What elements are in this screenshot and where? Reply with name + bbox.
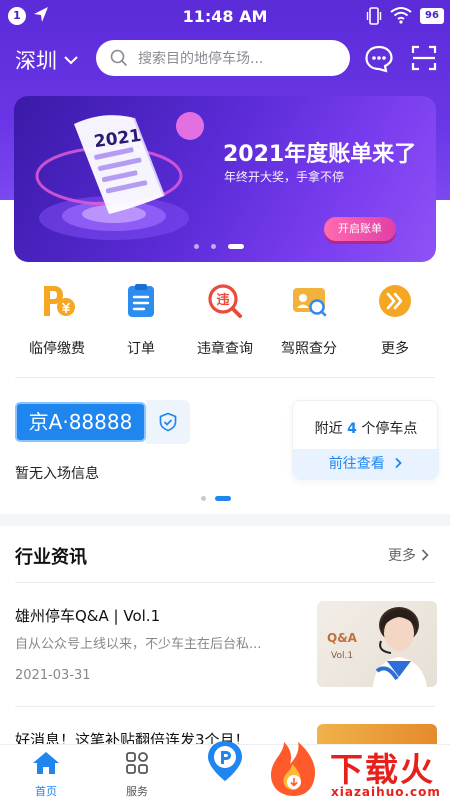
nearby-prefix: 附近 (314, 421, 343, 437)
nav-service[interactable]: 服务 (107, 751, 167, 799)
status-time: 11:48 AM (182, 7, 268, 26)
city-label: 深圳 (15, 49, 57, 73)
search-icon (110, 49, 128, 67)
home-icon (33, 752, 59, 774)
nearby-parking-card[interactable]: 附近 4 个停车点 前往查看 (292, 400, 439, 480)
action-label: 驾照查分 (281, 341, 337, 357)
open-bill-button[interactable]: 开启账单 (324, 217, 396, 241)
action-more[interactable]: 更多 (350, 282, 440, 358)
vehicle-pagination[interactable] (201, 496, 231, 501)
watermark-text: 下载火 (330, 750, 435, 789)
watermark-domain: xiazaihuo.com (331, 785, 441, 799)
bill-illustration (35, 112, 204, 240)
grid-icon (126, 752, 148, 774)
chat-bubble-icon[interactable] (364, 44, 394, 74)
search-input[interactable]: 搜索目的地停车场... (96, 40, 350, 76)
article-title: 雄州停车Q&A | Vol.1 (15, 607, 161, 625)
article-date: 2021-03-31 (15, 668, 91, 683)
news-more-link[interactable]: 更多 (388, 545, 430, 565)
action-orders[interactable]: 订单 (96, 282, 186, 358)
parking-location-icon[interactable] (206, 740, 244, 782)
wifi-icon (390, 7, 412, 24)
banner-pagination[interactable] (194, 244, 244, 249)
promo-banner[interactable]: 2021 2021年度账单来了 年终开大奖，手拿不停 开启账单 (14, 96, 436, 262)
action-label: 临停缴费 (29, 341, 85, 357)
divider (15, 706, 435, 707)
nav-home-label: 首页 (35, 785, 57, 798)
chevron-down-icon (64, 56, 78, 65)
status-bar: 1 11:48 AM 96 (0, 0, 450, 34)
thumbnail-volume: Vol.1 (331, 651, 354, 661)
article-description: 自从公众号上线以来，不少车主在后台私... (15, 637, 262, 652)
pagination-dot[interactable] (211, 244, 216, 249)
vibrate-icon (366, 7, 382, 25)
action-label: 订单 (127, 341, 155, 357)
search-placeholder: 搜索目的地停车场... (138, 51, 264, 67)
go-view-label: 前往查看 (328, 456, 385, 472)
chevron-right-icon (395, 457, 402, 469)
quick-actions: 临停缴费 订单 违 违章查询 驾照查分 更多 (0, 282, 450, 362)
license-check-icon (293, 288, 327, 317)
entry-status: 暂无入场信息 (15, 466, 99, 482)
svg-text:违: 违 (216, 292, 229, 308)
scan-icon[interactable] (410, 44, 438, 72)
order-clipboard-icon (128, 284, 154, 317)
banner-title: 2021年度账单来了 (223, 142, 417, 167)
pagination-dot-active[interactable] (228, 244, 244, 249)
pagination-dot[interactable] (194, 244, 199, 249)
action-violation-query[interactable]: 违 违章查询 (180, 282, 270, 358)
action-label: 更多 (381, 341, 409, 357)
parking-payment-icon (44, 286, 75, 316)
more-arrows-icon (379, 285, 411, 317)
plate-verify-button[interactable] (146, 400, 190, 444)
license-plate[interactable]: 京A·88888 (15, 402, 146, 442)
nav-service-label: 服务 (126, 785, 148, 798)
article-thumbnail: Q&A Vol.1 (317, 601, 437, 687)
divider (15, 582, 435, 583)
action-label: 违章查询 (197, 341, 253, 357)
thumbnail-badge: Q&A (327, 631, 357, 645)
pagination-dot[interactable] (201, 496, 206, 501)
action-parking-payment[interactable]: 临停缴费 (12, 282, 102, 358)
nearby-suffix: 个停车点 (361, 421, 418, 437)
violation-search-icon: 违 (208, 284, 242, 318)
go-view-button[interactable]: 前往查看 (293, 449, 439, 479)
nearby-count: 4 (347, 421, 357, 437)
nav-home[interactable]: 首页 (16, 751, 76, 799)
news-section-title: 行业资讯 (15, 547, 87, 568)
city-selector[interactable]: 深圳 (15, 45, 79, 75)
nearby-summary: 附近 4 个停车点 (293, 418, 439, 438)
divider (15, 377, 435, 378)
action-license-points[interactable]: 驾照查分 (264, 282, 354, 358)
shield-check-icon (159, 412, 177, 432)
pagination-dot-active[interactable] (215, 496, 231, 501)
section-separator (0, 514, 450, 526)
news-more-label: 更多 (388, 548, 416, 564)
banner-subtitle: 年终开大奖，手拿不停 (224, 170, 345, 184)
battery-level: 96 (420, 8, 444, 24)
chevron-right-icon (421, 549, 429, 561)
